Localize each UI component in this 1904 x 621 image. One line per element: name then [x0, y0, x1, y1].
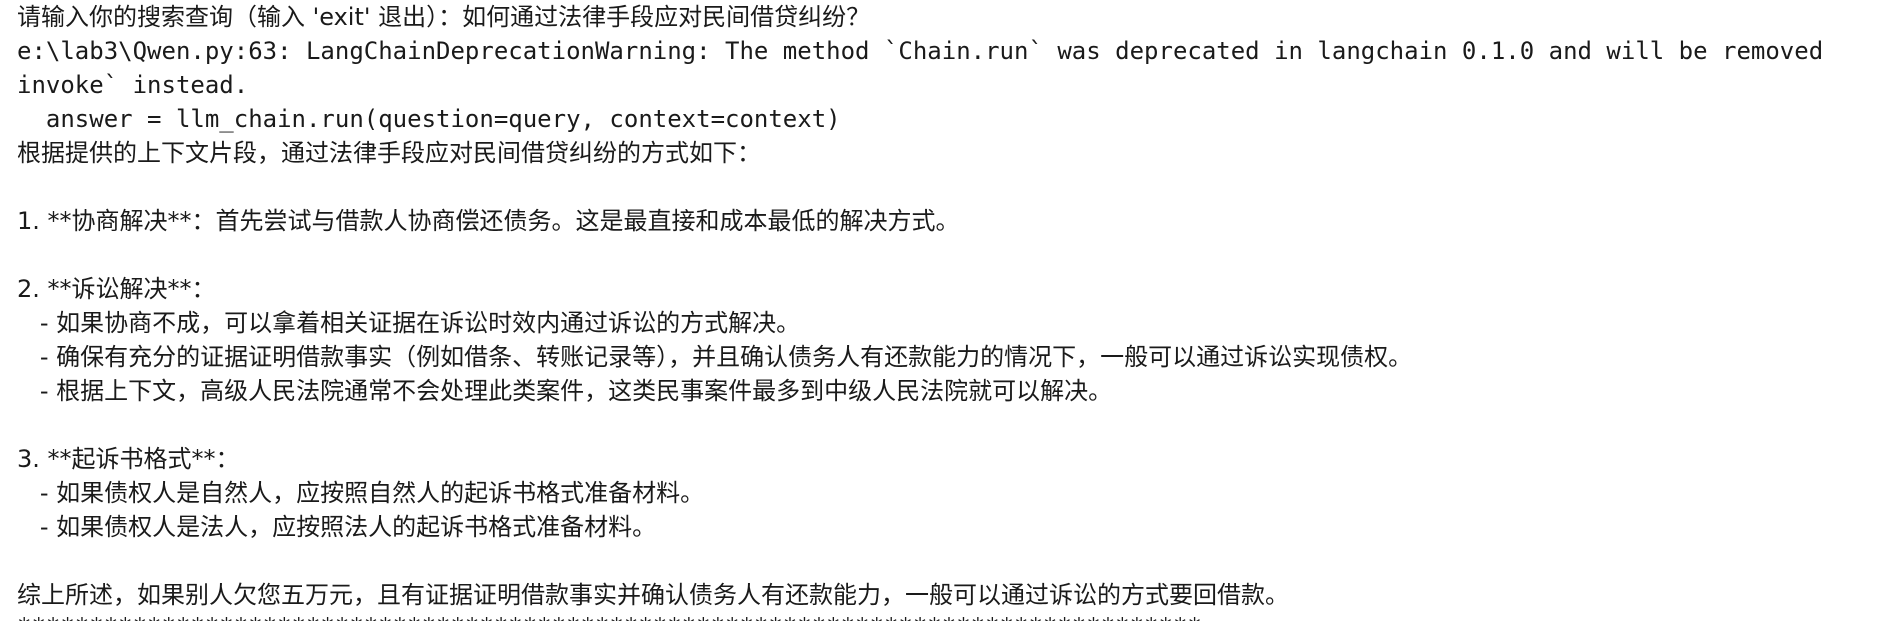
answer-item-3-bullet-1: - 如果债权人是自然人，应按照自然人的起诉书格式准备材料。: [17, 479, 705, 507]
answer-item-2-bullet-3: - 根据上下文，高级人民法院通常不会处理此类案件，这类民事案件最多到中级人民法院…: [17, 377, 1113, 405]
answer-item-1: 1. **协商解决**：首先尝试与借款人协商偿还债务。这是最直接和成本最低的解决…: [17, 207, 960, 235]
terminal-output: 请输入你的搜索查询（输入 'exit' 退出）：如何通过法律手段应对民间借贷纠纷…: [0, 0, 1904, 621]
answer-item-3-heading: 3. **起诉书格式**：: [17, 445, 240, 473]
answer-summary: 综上所述，如果别人欠您五万元，且有证据证明借款事实并确认债务人有还款能力，一般可…: [17, 581, 1289, 609]
deprecation-warning-line: e:\lab3\Qwen.py:63: LangChainDeprecation…: [17, 37, 1824, 65]
answer-item-2-bullet-2: - 确保有充分的证据证明借款事实（例如借条、转账记录等），并且确认债务人有还款能…: [17, 343, 1413, 371]
code-trace-line: answer = llm_chain.run(question=query, c…: [17, 105, 841, 133]
search-prompt-line: 请输入你的搜索查询（输入 'exit' 退出）：如何通过法律手段应对民间借贷纠纷…: [17, 3, 871, 31]
answer-item-2-heading: 2. **诉讼解决**：: [17, 275, 216, 303]
answer-intro: 根据提供的上下文片段，通过法律手段应对民间借贷纠纷的方式如下：: [17, 139, 761, 167]
deprecation-warning-continuation: invoke` instead.: [17, 71, 249, 99]
answer-item-3-bullet-2: - 如果债权人是法人，应按照法人的起诉书格式准备材料。: [17, 513, 657, 541]
answer-item-2-bullet-1: - 如果协商不成，可以拿着相关证据在诉讼时效内通过诉讼的方式解决。: [17, 309, 801, 337]
separator-line: ****************************************…: [17, 612, 1904, 621]
